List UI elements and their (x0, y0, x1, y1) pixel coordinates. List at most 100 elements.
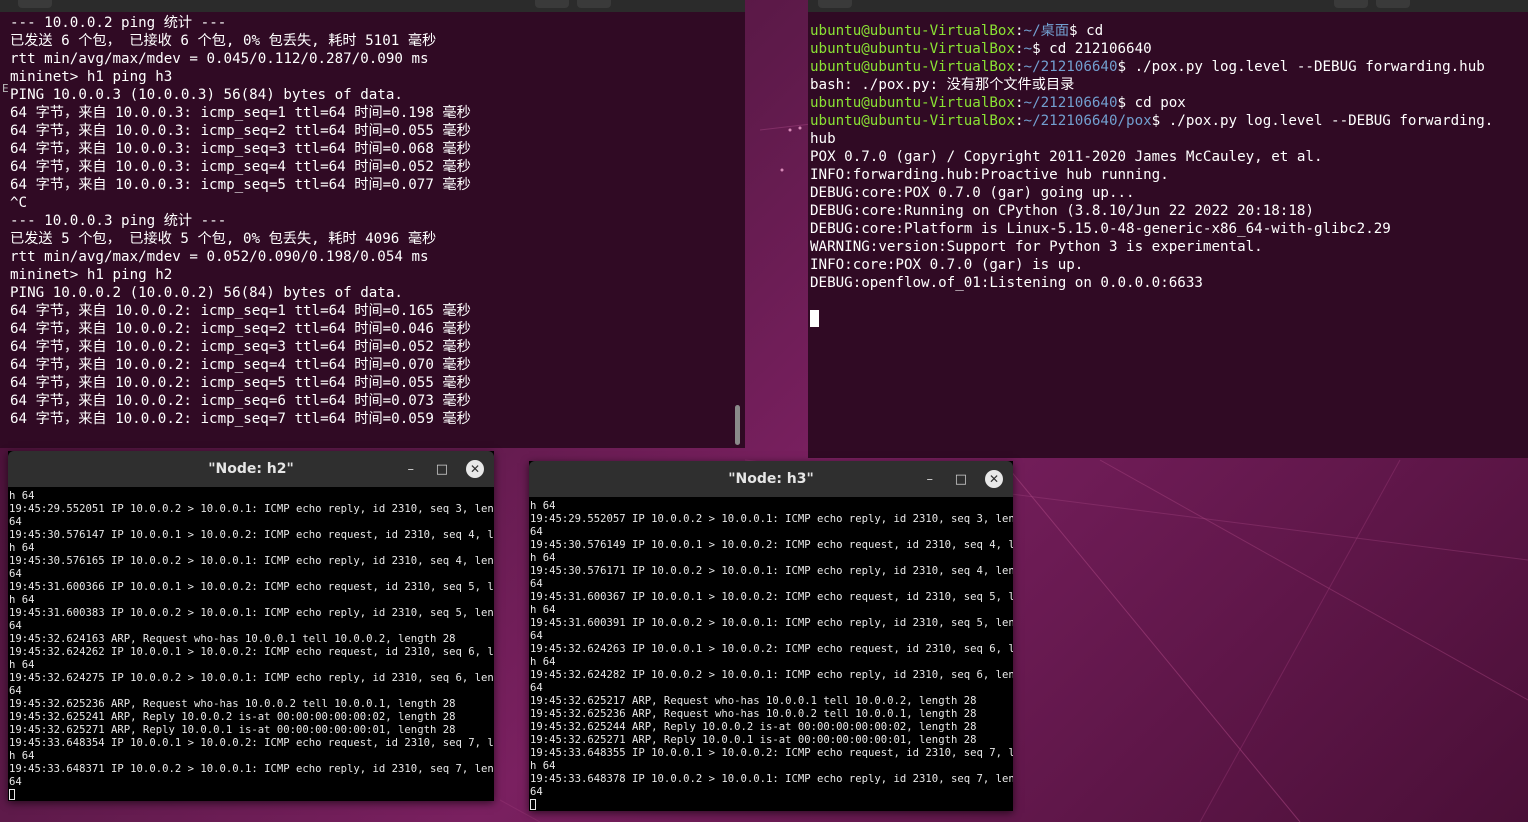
tcpdump-line: 19:45:30.576147 IP 10.0.0.1 > 10.0.0.2: … (9, 529, 494, 541)
tcpdump-line: 64 (530, 578, 543, 590)
minimize-icon[interactable]: – (927, 461, 934, 497)
prompt-path: ~ (1023, 41, 1033, 57)
maximize-icon[interactable]: □ (955, 461, 967, 497)
tcpdump-line: 19:45:30.576149 IP 10.0.0.1 > 10.0.0.2: … (530, 539, 1013, 551)
terminal-line: mininet> h1 ping h2 (10, 267, 173, 283)
terminal-line: 已发送 6 个包， 已接收 6 个包, 0% 包丢失, 耗时 5101 毫秒 (10, 33, 437, 49)
prompt-user: ubuntu@ubuntu-VirtualBox (810, 95, 1015, 111)
tcpdump-line: 19:45:32.625217 ARP, Request who-has 10.… (530, 695, 977, 707)
tcpdump-line: 19:45:30.576165 IP 10.0.0.2 > 10.0.0.1: … (9, 555, 494, 567)
prompt-cursor (530, 799, 1013, 811)
tcpdump-line: 19:45:32.625236 ARP, Request who-has 10.… (9, 698, 456, 710)
tcpdump-line: 19:45:33.648378 IP 10.0.0.2 > 10.0.0.1: … (530, 773, 1013, 785)
search-button[interactable] (535, 0, 569, 8)
terminal-line: PING 10.0.0.2 (10.0.0.2) 56(84) bytes of… (10, 285, 403, 301)
terminal-line: 64 字节，来自 10.0.0.3: icmp_seq=5 ttl=64 时间=… (10, 177, 471, 193)
tcpdump-line: 19:45:32.625241 ARP, Reply 10.0.0.2 is-a… (9, 711, 456, 723)
terminal-line: rtt min/avg/max/mdev = 0.045/0.112/0.287… (10, 51, 429, 67)
node-h2-window[interactable]: "Node: h2" – □ ✕ h 64 19:45:29.552051 IP … (8, 451, 494, 801)
tcpdump-line: 19:45:30.576171 IP 10.0.0.2 > 10.0.0.1: … (530, 565, 1013, 577)
tcpdump-line: 19:45:32.625271 ARP, Reply 10.0.0.1 is-a… (530, 734, 977, 746)
tcpdump-line: 19:45:32.624263 IP 10.0.0.1 > 10.0.0.2: … (530, 643, 1013, 655)
log-line: DEBUG:core:POX 0.7.0 (gar) going up... (810, 185, 1135, 201)
tcpdump-line: 64 (530, 682, 543, 694)
error-line: bash: ./pox.py: 没有那个文件或目录 (810, 77, 1075, 93)
scrollbar-thumb[interactable] (735, 405, 740, 445)
node-h3-window[interactable]: "Node: h3" – □ ✕ h 64 19:45:29.552057 IP … (529, 461, 1013, 811)
command-text: cd pox (1126, 95, 1186, 111)
text-cursor (810, 310, 819, 327)
log-line: DEBUG:core:Running on CPython (3.8.10/Ju… (810, 203, 1314, 219)
tcpdump-line: 19:45:32.624262 IP 10.0.0.1 > 10.0.0.2: … (9, 646, 494, 658)
terminal-titlebar[interactable] (808, 0, 1528, 12)
log-line: POX 0.7.0 (gar) / Copyright 2011-2020 Ja… (810, 149, 1323, 165)
tcpdump-line: 19:45:32.625236 ARP, Request who-has 10.… (530, 708, 977, 720)
tcpdump-line: 64 (9, 568, 22, 580)
terminal-line: 已发送 5 个包， 已接收 5 个包, 0% 包丢失, 耗时 4096 毫秒 (10, 231, 437, 247)
terminal-line: 64 字节，来自 10.0.0.3: icmp_seq=2 ttl=64 时间=… (10, 123, 471, 139)
minimize-icon[interactable]: – (408, 451, 415, 487)
tcpdump-line: h 64 (530, 604, 556, 616)
terminal-line: 64 字节，来自 10.0.0.3: icmp_seq=3 ttl=64 时间=… (10, 141, 471, 157)
terminal-line: ^C (10, 195, 28, 211)
tab-button[interactable] (818, 0, 852, 8)
prompt-user: ubuntu@ubuntu-VirtualBox (810, 41, 1015, 57)
terminal-line: 64 字节，来自 10.0.0.2: icmp_seq=5 ttl=64 时间=… (10, 375, 471, 391)
tcpdump-line: h 64 (9, 750, 35, 762)
tcpdump-line: h 64 (9, 659, 35, 671)
tcpdump-line: 19:45:31.600383 IP 10.0.0.2 > 10.0.0.1: … (9, 607, 494, 619)
log-line: DEBUG:openflow.of_01:Listening on 0.0.0.… (810, 275, 1203, 291)
maximize-icon[interactable]: □ (436, 451, 448, 487)
pox-terminal[interactable]: ubuntu@ubuntu-VirtualBox:~/桌面$ cd ubuntu@… (808, 0, 1528, 458)
tcpdump-line: 19:45:29.552051 IP 10.0.0.2 > 10.0.0.1: … (9, 503, 494, 515)
log-line: INFO:forwarding.hub:Proactive hub runnin… (810, 167, 1169, 183)
tcpdump-output: h 64 19:45:29.552057 IP 10.0.0.2 > 10.0.0… (529, 497, 1013, 811)
tcpdump-line: h 64 (9, 490, 35, 502)
menu-button[interactable] (1376, 0, 1410, 8)
menu-button[interactable] (577, 0, 611, 8)
tcpdump-line: 19:45:33.648354 IP 10.0.0.1 > 10.0.0.2: … (9, 737, 494, 749)
terminal-line: 64 字节，来自 10.0.0.2: icmp_seq=7 ttl=64 时间=… (10, 411, 471, 427)
log-line: DEBUG:core:Platform is Linux-5.15.0-48-g… (810, 221, 1391, 237)
tcpdump-line: 64 (9, 620, 22, 632)
terminal-output: --- 10.0.0.2 ping 统计 --- 已发送 6 个包， 已接收 6 … (0, 14, 745, 448)
prompt-user: ubuntu@ubuntu-VirtualBox (810, 23, 1015, 39)
window-title: "Node: h2" (208, 461, 294, 477)
log-line: WARNING:version:Support for Python 3 is … (810, 239, 1263, 255)
tcpdump-line: 19:45:33.648371 IP 10.0.0.2 > 10.0.0.1: … (9, 763, 494, 775)
terminal-line: --- 10.0.0.3 ping 统计 --- (10, 213, 227, 229)
prompt-line: ubuntu@ubuntu-VirtualBox:~/212106640$ ./… (810, 59, 1485, 75)
tcpdump-line: h 64 (9, 542, 35, 554)
terminal-titlebar[interactable] (0, 0, 745, 12)
command-text: ./pox.py log.level --DEBUG forwarding.hu… (1126, 59, 1485, 75)
window-title: "Node: h3" (728, 471, 814, 487)
close-icon[interactable]: ✕ (466, 460, 484, 478)
tcpdump-line: 19:45:31.600367 IP 10.0.0.1 > 10.0.0.2: … (530, 591, 1013, 603)
terminal-line: 64 字节，来自 10.0.0.3: icmp_seq=4 ttl=64 时间=… (10, 159, 471, 175)
cursor-block (9, 789, 15, 800)
prompt-line: ubuntu@ubuntu-VirtualBox:~/212106640$ cd… (810, 95, 1186, 111)
prompt-line: ubuntu@ubuntu-VirtualBox:~/桌面$ cd (810, 23, 1104, 39)
prompt-cursor (9, 789, 494, 801)
window-titlebar[interactable]: "Node: h2" (8, 451, 494, 487)
command-text: cd 212106640 (1040, 41, 1152, 57)
window-titlebar[interactable]: "Node: h3" (529, 461, 1013, 497)
tcpdump-line: 19:45:31.600391 IP 10.0.0.2 > 10.0.0.1: … (530, 617, 1013, 629)
terminal-line: 64 字节，来自 10.0.0.2: icmp_seq=3 ttl=64 时间=… (10, 339, 471, 355)
terminal-line: rtt min/avg/max/mdev = 0.052/0.090/0.198… (10, 249, 429, 265)
tcpdump-line: h 64 (530, 552, 556, 564)
tcpdump-line: 64 (530, 630, 543, 642)
tcpdump-line: h 64 (9, 594, 35, 606)
prompt-path: ~/212106640/pox (1023, 113, 1152, 129)
tab-button[interactable] (18, 0, 52, 8)
close-icon[interactable]: ✕ (985, 470, 1003, 488)
terminal-line: 64 字节，来自 10.0.0.2: icmp_seq=1 ttl=64 时间=… (10, 303, 471, 319)
prompt-user: ubuntu@ubuntu-VirtualBox (810, 59, 1015, 75)
mininet-terminal[interactable]: E --- 10.0.0.2 ping 统计 --- 已发送 6 个包， 已接收 … (0, 0, 745, 448)
command-text: ./pox.py log.level --DEBUG forwarding. (1160, 113, 1494, 129)
terminal-line: 64 字节，来自 10.0.0.3: icmp_seq=1 ttl=64 时间=… (10, 105, 471, 121)
terminal-line: --- 10.0.0.2 ping 统计 --- (10, 15, 227, 31)
search-button[interactable] (1334, 0, 1368, 8)
tcpdump-line: 64 (9, 776, 22, 788)
tcpdump-line: 19:45:32.624282 IP 10.0.0.2 > 10.0.0.1: … (530, 669, 1013, 681)
